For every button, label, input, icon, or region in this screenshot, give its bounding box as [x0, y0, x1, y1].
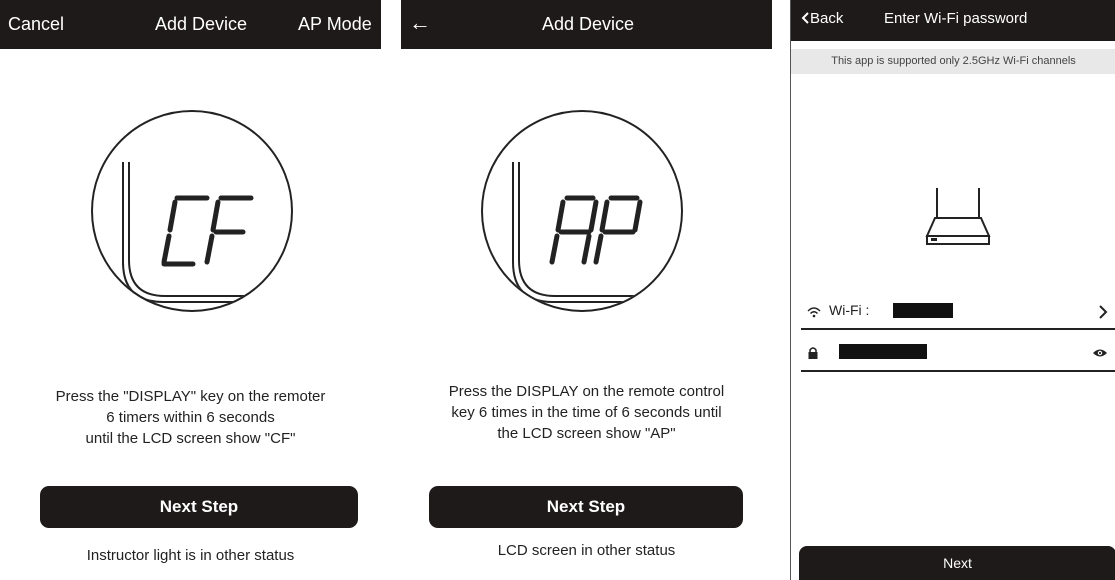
instruction-line-3: until the LCD screen show "CF": [85, 430, 296, 447]
wifi-label: Wi-Fi :: [829, 302, 870, 318]
password-row[interactable]: [801, 336, 1115, 372]
other-status-link[interactable]: LCD screen in other status: [401, 542, 772, 559]
top-bar: Cancel Add Device AP Mode: [0, 0, 381, 49]
lcd-display-illustration: CF: [91, 110, 293, 312]
eye-icon[interactable]: [1092, 348, 1108, 358]
wifi-network-row[interactable]: Wi-Fi :: [801, 294, 1115, 330]
lcd-display-illustration: AP: [481, 110, 683, 312]
next-button[interactable]: Next: [799, 546, 1115, 580]
instruction-line-1: Press the DISPLAY on the remote control: [448, 383, 725, 400]
wifi-icon: [807, 307, 821, 318]
next-step-button[interactable]: Next Step: [429, 486, 743, 528]
page-title: Add Device: [155, 14, 248, 34]
frequency-notice: This app is supported only 2.5GHz Wi-Fi …: [791, 49, 1115, 74]
back-button[interactable]: Back: [801, 10, 843, 27]
instruction-text: Press the "DISPLAY" key on the remoter 6…: [0, 386, 381, 449]
chevron-right-icon[interactable]: [1098, 305, 1108, 319]
chevron-left-icon: [801, 12, 809, 24]
other-status-link[interactable]: Instructor light is in other status: [0, 547, 381, 564]
wifi-ssid-redacted: [893, 303, 953, 318]
instruction-line-2: key 6 times in the time of 6 seconds unt…: [451, 404, 722, 421]
router-icon: [925, 188, 991, 245]
lock-icon: [808, 347, 818, 359]
screen-ap-mode-ap: ← Add Device AP Press the DISPLAY on the…: [401, 0, 772, 580]
page-title: Enter Wi-Fi password: [884, 10, 1028, 27]
ap-mode-button[interactable]: AP Mode: [298, 14, 372, 35]
screen-wifi-password: Back Enter Wi-Fi password This app is su…: [790, 0, 1115, 580]
instruction-text: Press the DISPLAY on the remote control …: [401, 381, 772, 444]
top-bar: Back Enter Wi-Fi password: [791, 0, 1115, 41]
cancel-button[interactable]: Cancel: [8, 14, 64, 35]
lcd-segment-display: [161, 195, 254, 267]
screen-ap-mode-cf: Cancel Add Device AP Mode CF Press the "…: [0, 0, 381, 580]
instruction-line-3: the LCD screen show "AP": [497, 425, 676, 442]
page-title: Add Device: [542, 14, 635, 34]
arrow-left-icon[interactable]: ←: [409, 10, 431, 36]
password-input-redacted[interactable]: [839, 344, 927, 359]
instruction-line-1: Press the "DISPLAY" key on the remoter: [55, 388, 326, 405]
top-bar: ← Add Device: [401, 0, 772, 49]
lcd-segment-display: [549, 195, 643, 265]
next-step-button[interactable]: Next Step: [40, 486, 358, 528]
back-label: Back: [810, 10, 844, 27]
instruction-line-2: 6 timers within 6 seconds: [106, 409, 275, 426]
